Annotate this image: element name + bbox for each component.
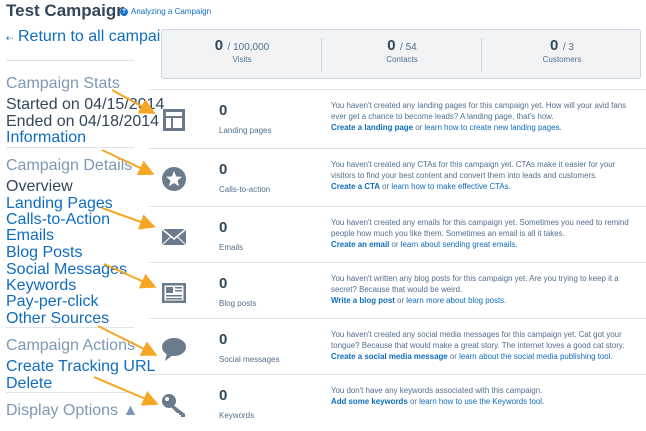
arrow-to-ctas xyxy=(101,149,155,176)
arrow-to-emails xyxy=(101,207,156,230)
arrow-to-keywords xyxy=(93,376,159,406)
arrow-to-landing-pages xyxy=(111,89,156,114)
arrow-to-social-messages xyxy=(97,325,158,356)
arrow-to-blog-posts xyxy=(103,263,157,289)
annotation-arrows xyxy=(93,89,159,406)
